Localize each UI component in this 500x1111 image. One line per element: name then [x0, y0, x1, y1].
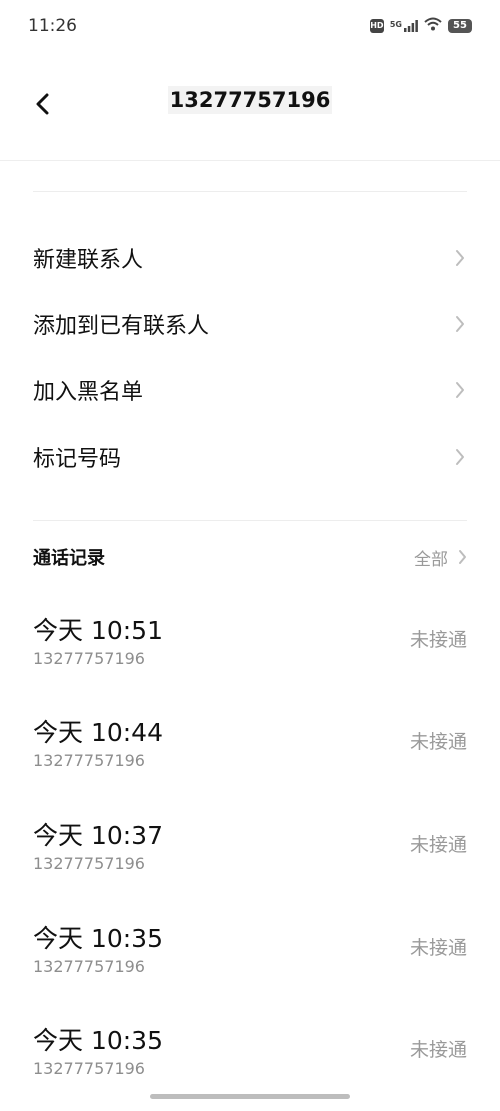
chevron-right-icon	[455, 248, 467, 268]
page-title-text: 13277757196	[167, 86, 333, 114]
signal-icon: 5G	[389, 19, 418, 32]
status-bar: 11:26 HD 5G 55	[0, 0, 500, 52]
menu-item-label: 新建联系人	[33, 248, 144, 273]
call-log-header: 通话记录 全部	[33, 538, 467, 576]
chevron-right-icon	[455, 380, 467, 400]
call-log-row[interactable]: 今天 10:44 13277757196 未接通	[33, 713, 467, 803]
call-log-row[interactable]: 今天 10:37 13277757196 未接通	[33, 816, 467, 906]
top-divider	[33, 191, 467, 192]
call-status: 未接通	[409, 834, 467, 856]
menu-item-label: 标记号码	[33, 447, 122, 472]
call-log-title: 通话记录	[33, 548, 105, 569]
view-all-label: 全部	[414, 549, 448, 570]
menu-item-mark-number[interactable]: 标记号码	[33, 424, 467, 490]
call-status: 未接通	[409, 731, 467, 753]
call-status: 未接通	[409, 937, 467, 959]
battery-icon: 55	[448, 18, 472, 33]
menu-item-add-to-existing[interactable]: 添加到已有联系人	[33, 291, 467, 357]
call-number: 13277757196	[33, 1059, 145, 1078]
hd-icon: HD	[369, 18, 384, 33]
call-log-row[interactable]: 今天 10:51 13277757196 未接通	[33, 611, 467, 701]
menu-item-label: 加入黑名单	[33, 380, 144, 405]
status-icons: HD 5G 55	[369, 16, 472, 35]
chevron-right-icon	[455, 447, 467, 467]
network-type: 5G	[389, 19, 402, 29]
menu-item-new-contact[interactable]: 新建联系人	[33, 225, 467, 291]
call-number: 13277757196	[33, 854, 145, 873]
status-time: 11:26	[28, 16, 77, 36]
view-all-button[interactable]: 全部	[414, 545, 467, 570]
chevron-right-icon	[455, 314, 467, 334]
section-divider	[33, 520, 467, 521]
call-time: 今天 10:37	[33, 821, 163, 850]
page-title: 13277757196	[0, 86, 500, 114]
call-time: 今天 10:51	[33, 616, 163, 645]
call-status: 未接通	[409, 1039, 467, 1061]
call-time: 今天 10:44	[33, 718, 163, 747]
menu-item-blacklist[interactable]: 加入黑名单	[33, 357, 467, 423]
call-number: 13277757196	[33, 957, 145, 976]
call-number: 13277757196	[33, 649, 145, 668]
home-indicator[interactable]	[150, 1094, 350, 1099]
call-number: 13277757196	[33, 751, 145, 770]
call-status: 未接通	[409, 629, 467, 651]
call-time: 今天 10:35	[33, 1026, 163, 1055]
call-log-row[interactable]: 今天 10:35 13277757196 未接通	[33, 919, 467, 1009]
chevron-right-icon	[458, 549, 467, 565]
wifi-icon	[424, 16, 442, 35]
header: 13277757196	[0, 52, 500, 161]
call-time: 今天 10:35	[33, 924, 163, 953]
menu-item-label: 添加到已有联系人	[33, 314, 210, 339]
